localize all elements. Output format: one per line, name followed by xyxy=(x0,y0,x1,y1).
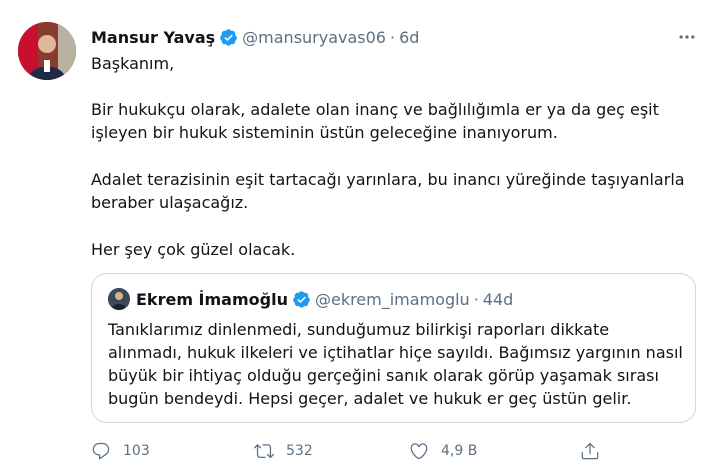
tweet-paragraph: Başkanım, xyxy=(91,54,175,73)
heart-icon xyxy=(410,443,428,460)
more-icon[interactable] xyxy=(672,22,702,52)
reply-count: 103 xyxy=(123,443,150,459)
tweet-time[interactable]: 6d xyxy=(399,28,419,47)
tweet-header: Mansur Yavaş @mansuryavas06 · 6d xyxy=(91,24,695,50)
author-handle[interactable]: @mansuryavas06 xyxy=(242,28,386,47)
separator-dot: · xyxy=(473,289,479,309)
tweet[interactable]: Mansur Yavaş @mansuryavas06 · 6d Başkanı… xyxy=(0,0,715,475)
tweet-actions: 103 532 4,9 B xyxy=(91,436,611,466)
retweet-button[interactable]: 532 xyxy=(254,436,313,466)
quoted-author-handle: @ekrem_imamoglu xyxy=(314,289,470,309)
separator-dot: · xyxy=(389,27,396,47)
quoted-tweet[interactable]: Ekrem İmamoğlu @ekrem_imamoglu · 44d Tan… xyxy=(91,273,696,423)
author-avatar[interactable] xyxy=(18,22,76,80)
share-icon xyxy=(581,442,599,460)
like-button[interactable]: 4,9 B xyxy=(409,436,477,466)
reply-icon xyxy=(92,442,110,460)
verified-badge-icon xyxy=(219,28,238,47)
verified-badge-icon xyxy=(292,290,311,309)
retweet-icon xyxy=(254,444,274,459)
quoted-tweet-time: 44d xyxy=(482,289,514,309)
reply-button[interactable]: 103 xyxy=(91,436,150,466)
quoted-tweet-header: Ekrem İmamoğlu @ekrem_imamoglu · 44d xyxy=(108,288,513,310)
tweet-paragraph: Her şey çok güzel olacak. xyxy=(91,240,296,259)
tweet-paragraph: Bir hukukçu olarak, adalete olan inanç v… xyxy=(91,100,659,142)
tweet-paragraph: Adalet terazisinin eşit tartacağı yarınl… xyxy=(91,170,685,212)
quoted-tweet-text: Tanıklarımız dinlenmedi, sunduğumuz bili… xyxy=(108,320,683,408)
quoted-author-avatar xyxy=(108,288,130,310)
avatar-image xyxy=(18,22,76,80)
quoted-author-name: Ekrem İmamoğlu xyxy=(136,289,288,309)
author-name[interactable]: Mansur Yavaş xyxy=(91,28,215,47)
retweet-count: 532 xyxy=(286,443,313,459)
share-button[interactable] xyxy=(580,436,600,466)
like-count: 4,9 B xyxy=(441,443,478,459)
